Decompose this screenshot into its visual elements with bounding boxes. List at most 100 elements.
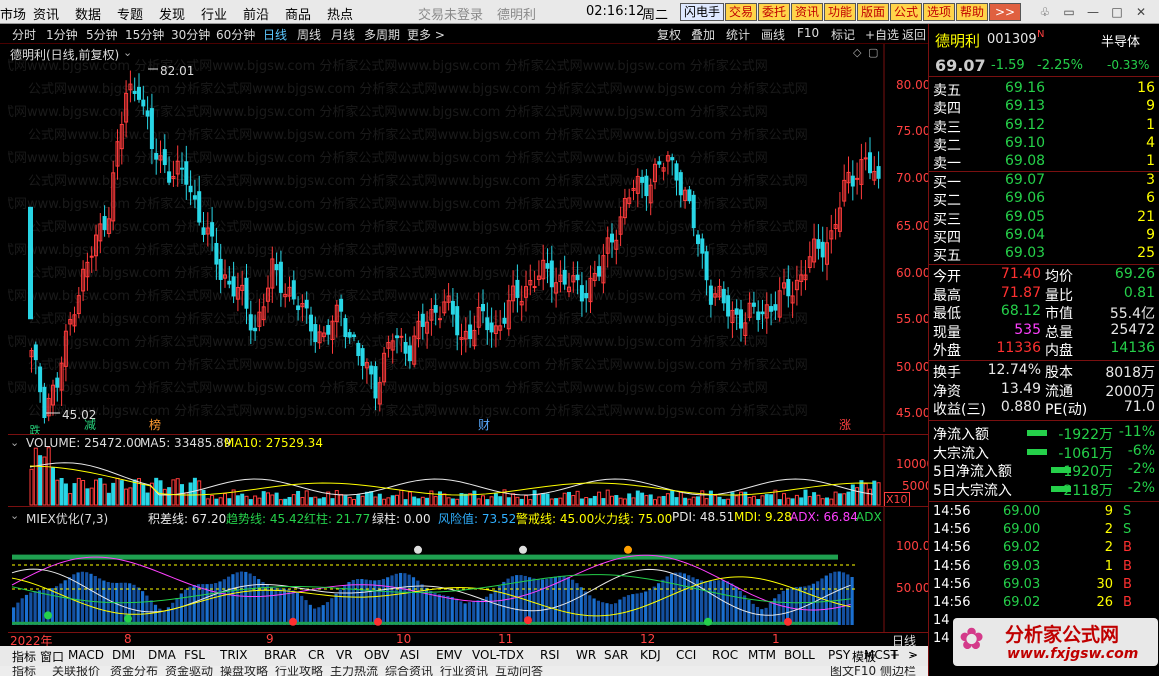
- volume-bar[interactable]: [816, 494, 821, 506]
- volume-bar[interactable]: [876, 482, 881, 506]
- ask-price[interactable]: 69.13: [1005, 98, 1045, 116]
- volume-bar[interactable]: [128, 487, 133, 506]
- volume-bar[interactable]: [218, 497, 223, 506]
- candle-body[interactable]: [89, 255, 94, 258]
- volume-bar[interactable]: [872, 480, 877, 506]
- secondary-tab-1[interactable]: 关联报价: [52, 666, 100, 676]
- volume-bar[interactable]: [717, 496, 722, 506]
- candle-body[interactable]: [773, 304, 778, 311]
- tab-15min[interactable]: 15分钟: [125, 26, 164, 43]
- indicator-tab-20[interactable]: MTM: [748, 648, 776, 662]
- indicator-tab-11[interactable]: ASI: [400, 648, 419, 662]
- candle-body[interactable]: [360, 348, 365, 366]
- volume-bar[interactable]: [98, 478, 103, 506]
- indicator-tab-13[interactable]: VOL-TDX: [472, 648, 524, 662]
- candle-body[interactable]: [687, 189, 692, 202]
- candle-body[interactable]: [407, 345, 412, 362]
- volume-bar[interactable]: [825, 497, 829, 506]
- candle-body[interactable]: [339, 298, 344, 312]
- volume-bar[interactable]: [519, 498, 524, 506]
- volume-bar[interactable]: [653, 499, 657, 506]
- secondary-tab-7[interactable]: 综合资讯: [385, 666, 433, 676]
- volume-bar[interactable]: [450, 498, 455, 506]
- volume-bar[interactable]: [751, 495, 756, 506]
- tab-monthly[interactable]: 月线: [331, 26, 355, 43]
- candle-body[interactable]: [132, 90, 137, 94]
- tab-weekly[interactable]: 周线: [297, 26, 321, 43]
- candle-body[interactable]: [678, 172, 683, 196]
- bid-price[interactable]: 69.05: [1005, 209, 1045, 227]
- volume-bar[interactable]: [111, 482, 116, 506]
- candle-body[interactable]: [373, 366, 378, 399]
- ask-price[interactable]: 69.08: [1005, 153, 1045, 171]
- indicator-tab-1[interactable]: 窗口: [40, 648, 64, 665]
- menu-news[interactable]: 资讯: [33, 4, 59, 23]
- candlestick-chart[interactable]: 公式网www.bjgsw.com 分析家公式网www.bjgsw.com 分析家…: [8, 44, 928, 434]
- volume-bar[interactable]: [863, 483, 868, 506]
- volume-bar[interactable]: [334, 490, 339, 506]
- volume-bar[interactable]: [661, 495, 666, 506]
- volume-bar[interactable]: [549, 498, 554, 506]
- volume-bar[interactable]: [747, 496, 752, 506]
- candle-body[interactable]: [313, 324, 318, 343]
- volume-bar[interactable]: [657, 496, 662, 506]
- volume-bar[interactable]: [94, 479, 98, 506]
- volume-bar[interactable]: [726, 498, 731, 506]
- volume-bar[interactable]: [807, 496, 812, 506]
- volume-bar[interactable]: [395, 494, 399, 506]
- f10-button[interactable]: F10: [797, 26, 819, 40]
- signal-dot[interactable]: [289, 617, 297, 626]
- volume-bar[interactable]: [55, 479, 60, 506]
- info-button[interactable]: 资讯: [791, 3, 823, 21]
- volume-bar[interactable]: [794, 494, 799, 506]
- candle-body[interactable]: [868, 152, 872, 174]
- candle-body[interactable]: [515, 279, 520, 298]
- candle-body[interactable]: [579, 285, 584, 302]
- candle-body[interactable]: [674, 163, 679, 181]
- volume-bar[interactable]: [670, 490, 675, 506]
- candle-body[interactable]: [167, 171, 172, 183]
- volume-bar[interactable]: [287, 497, 292, 506]
- volume-bar[interactable]: [188, 482, 193, 506]
- indicator-tab-17[interactable]: KDJ: [640, 648, 661, 662]
- ask-price[interactable]: 69.16: [1005, 80, 1045, 98]
- marker-finance[interactable]: 财: [478, 416, 490, 433]
- volume-bar[interactable]: [687, 498, 692, 506]
- volume-bar[interactable]: [300, 497, 305, 506]
- candle-body[interactable]: [274, 264, 279, 271]
- volume-bar[interactable]: [162, 488, 167, 506]
- restore-icon[interactable]: ▭: [1060, 3, 1078, 21]
- signal-dot[interactable]: [374, 617, 382, 626]
- volume-bar[interactable]: [119, 480, 124, 506]
- volume-bar[interactable]: [850, 484, 855, 506]
- candle-body[interactable]: [640, 176, 645, 183]
- volume-bar[interactable]: [610, 495, 614, 506]
- volume-bar[interactable]: [158, 480, 163, 506]
- tab-60min[interactable]: 60分钟: [216, 26, 255, 43]
- volume-bar[interactable]: [330, 498, 335, 506]
- formula-button[interactable]: 公式: [890, 3, 922, 21]
- volume-bar[interactable]: [592, 495, 597, 506]
- candle-body[interactable]: [137, 86, 141, 100]
- secondary-tab-0[interactable]: 指标: [12, 666, 36, 676]
- indicator-tab-9[interactable]: VR: [336, 648, 353, 662]
- candle-body[interactable]: [291, 280, 296, 300]
- volume-bar[interactable]: [782, 493, 786, 506]
- candle-body[interactable]: [149, 108, 154, 150]
- candle-body[interactable]: [739, 309, 743, 329]
- candle-body[interactable]: [549, 260, 554, 288]
- volume-bar[interactable]: [812, 492, 817, 506]
- candle-body[interactable]: [468, 324, 473, 340]
- volume-bar[interactable]: [524, 495, 528, 506]
- volume-bar[interactable]: [472, 490, 477, 506]
- volume-bar[interactable]: [352, 498, 356, 506]
- volume-bar[interactable]: [498, 496, 503, 506]
- volume-bar[interactable]: [468, 493, 473, 506]
- volume-bar[interactable]: [575, 490, 580, 506]
- indicator-tab-6[interactable]: TRIX: [220, 648, 247, 662]
- volume-bar[interactable]: [605, 489, 610, 506]
- sector-name[interactable]: 半导体: [1101, 31, 1140, 50]
- candle-body[interactable]: [369, 365, 374, 375]
- marker-reduce[interactable]: 减: [84, 416, 96, 433]
- candle-body[interactable]: [696, 234, 700, 245]
